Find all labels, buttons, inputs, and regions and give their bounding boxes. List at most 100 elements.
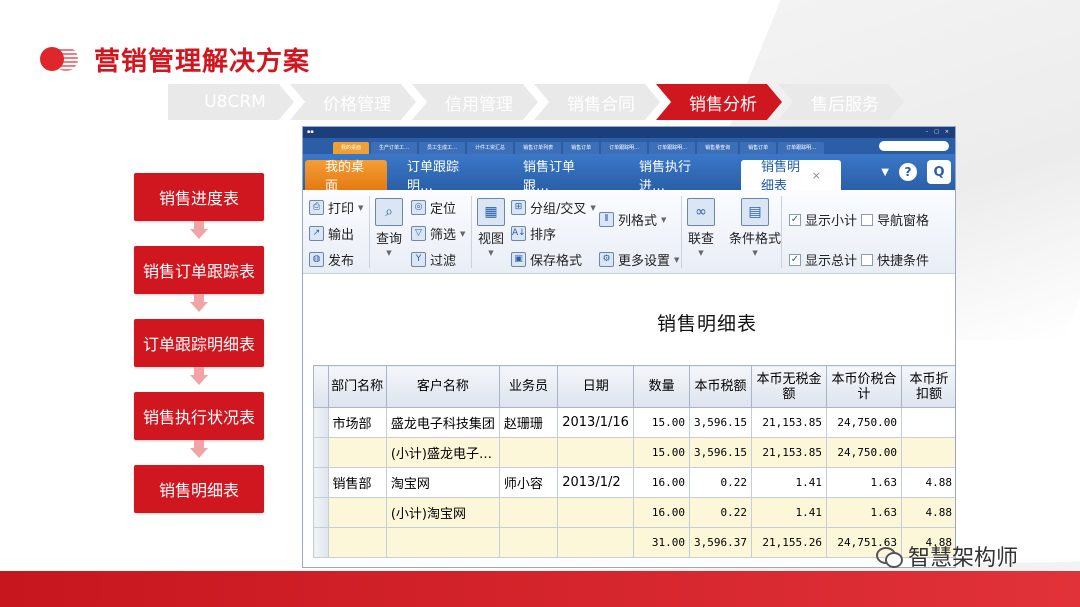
small-tab-10[interactable]: 订单跟踪明… — [778, 142, 825, 154]
search-icon[interactable]: Q — [927, 160, 951, 184]
table-row[interactable]: 销售部 淘宝网 师小容 2013/1/2 16.00 0.22 1.41 1.63 4.88 — [313, 467, 955, 498]
report-area: 销售明细表 部门名称 客户名称 业务员 日期 数量 本币税额 本币无税金额 本币价税合计 本币折… — [303, 295, 955, 567]
dropdown-icon: ▼ — [460, 229, 466, 238]
row-header[interactable] — [313, 497, 329, 528]
column-header[interactable]: 本币折扣额 — [900, 365, 955, 408]
table-cell: (小计)淘宝网 — [385, 497, 500, 528]
row-header[interactable] — [313, 407, 329, 438]
show-subtotal-checkbox[interactable]: ✓ 显示小计 — [789, 210, 857, 229]
small-tab-4[interactable]: 销售订单列表 — [515, 142, 562, 154]
nav-step-4[interactable]: 销售分析 — [656, 84, 782, 120]
small-tab-7[interactable]: 订单跟踪明… — [649, 142, 696, 154]
tab-close-icon[interactable]: × — [812, 169, 821, 182]
maximize-icon: □ — [934, 129, 939, 135]
nav-step-0[interactable]: U8CRM — [168, 84, 294, 120]
table-cell: (小计)盛龙电子… — [385, 437, 500, 468]
publish-button[interactable]: ◍ 发布 — [309, 250, 354, 269]
tab-sales-exec[interactable]: 销售执行进… — [619, 160, 735, 190]
sort-button[interactable]: A↓ 排序 — [511, 224, 556, 243]
row-header[interactable] — [313, 527, 329, 558]
dropdown-icon[interactable]: ▼ — [881, 167, 889, 178]
small-tab-1[interactable]: 生产订单工… — [371, 142, 418, 154]
table-cell: 24,750.00 — [826, 437, 902, 468]
tab-desktop[interactable]: 我的桌面 — [305, 160, 387, 194]
small-tab-strip: 我的桌面 生产订单工… 员工生成工… 计件工资汇总 销售订单列表 销售订单 订单跟踪明… 订单… — [303, 138, 955, 154]
nav-step-1[interactable]: 价格管理 — [290, 84, 416, 120]
small-tab-2[interactable]: 员工生成工… — [419, 142, 466, 154]
toolbar-separator — [369, 196, 370, 268]
table-cell: 16.00 — [633, 467, 691, 498]
slide: 营销管理解决方案 U8CRM 价格管理 信用管理 销售合同 销售分析 售后服务 销售进度表… — [0, 0, 1080, 607]
link-query-button[interactable]: ∞ 联查 ▼ — [687, 198, 715, 257]
table-cell — [900, 407, 955, 438]
column-header[interactable]: 本币无税金额 — [751, 365, 827, 408]
process-nav: U8CRM 价格管理 信用管理 销售合同 销售分析 售后服务 — [168, 84, 904, 120]
funnel-icon: Y — [411, 252, 426, 267]
nav-step-2[interactable]: 信用管理 — [412, 84, 538, 120]
help-icon[interactable]: ? — [899, 163, 917, 181]
tab-order-track-detail[interactable]: 订单跟踪明… — [387, 160, 503, 190]
report-grid: 部门名称 客户名称 业务员 日期 数量 本币税额 本币无税金额 本币价税合计 本币折扣额 市场部… — [313, 365, 955, 558]
window-titlebar: ▪▪ – □ × — [303, 127, 955, 138]
column-header[interactable]: 数量 — [633, 365, 691, 408]
table-cell: 31.00 — [633, 527, 691, 558]
column-header[interactable]: 日期 — [557, 365, 635, 408]
row-header[interactable] — [313, 467, 329, 498]
column-header[interactable]: 业务员 — [498, 365, 559, 408]
small-tab-5[interactable]: 销售订单 — [563, 142, 600, 154]
tab-sales-order-track[interactable]: 销售订单跟… — [503, 160, 619, 190]
column-header[interactable]: 客户名称 — [385, 365, 500, 408]
table-cell: 16.00 — [633, 497, 691, 528]
column-header[interactable]: 部门名称 — [327, 365, 387, 408]
table-row[interactable]: 市场部 盛龙电子科技集团 赵珊珊 2013/1/16 15.00 3,596.15 21,1… — [313, 407, 955, 438]
small-tab-9[interactable]: 销售订单 — [740, 142, 777, 154]
window-controls[interactable]: – □ × — [926, 127, 955, 138]
column-format-button[interactable]: ⫴ 列格式 ▼ — [599, 210, 666, 229]
checkbox-icon — [861, 213, 873, 226]
report-title: 销售明细表 — [657, 313, 758, 335]
column-header[interactable]: 本币价税合计 — [826, 365, 902, 408]
table-cell — [327, 437, 387, 468]
subtotal-row[interactable]: (小计)盛龙电子… 15.00 3,596.15 21,153.85 24,750.00 — [313, 437, 955, 468]
small-search-input[interactable] — [879, 141, 949, 151]
nav-step-3[interactable]: 销售合同 — [534, 84, 660, 120]
small-tab-8[interactable]: 销售量查询 — [697, 142, 739, 154]
small-tab-6[interactable]: 订单跟踪明… — [601, 142, 648, 154]
nav-step-5[interactable]: 售后服务 — [778, 84, 904, 120]
filter2-button[interactable]: Y 过滤 — [411, 250, 456, 269]
export-button[interactable]: ↗ 输出 — [309, 224, 354, 243]
tab-sales-detail[interactable]: 销售明细表 × — [741, 160, 841, 194]
small-tab-3[interactable]: 计件工资汇总 — [467, 142, 514, 154]
show-total-checkbox[interactable]: ✓ 显示总计 — [789, 250, 857, 269]
subtotal-row[interactable]: (小计)淘宝网 16.00 0.22 1.41 1.63 4.88 — [313, 497, 955, 528]
locate-icon: ◎ — [411, 200, 426, 215]
nav-pane-checkbox[interactable]: 导航窗格 — [861, 210, 929, 229]
view-button[interactable]: ▦ 视图 ▼ — [477, 198, 505, 257]
quick-condition-checkbox[interactable]: 快捷条件 — [861, 250, 929, 269]
row-header[interactable] — [313, 437, 329, 468]
query-button[interactable]: ⌕ 查询 ▼ — [375, 198, 403, 257]
filter-button[interactable]: ▽ 筛选 ▼ — [411, 224, 465, 243]
small-tab-0[interactable]: 我的桌面 — [333, 142, 370, 154]
table-cell — [327, 527, 387, 558]
table-format-icon: ▤ — [741, 198, 769, 226]
table-cell: 2013/1/2 — [557, 467, 635, 498]
gear-icon: ⚙ — [599, 252, 614, 267]
dropdown-icon: ▼ — [358, 203, 364, 212]
table-cell: 淘宝网 — [385, 467, 500, 498]
columns-icon: ⫴ — [599, 212, 614, 227]
group-cross-button[interactable]: ⊞ 分组/交叉 ▼ — [511, 198, 596, 217]
locate-button[interactable]: ◎ 定位 — [411, 198, 456, 217]
table-cell — [327, 497, 387, 528]
table-cell: 21,153.85 — [751, 407, 827, 438]
flow-step-3: 销售执行状况表 — [134, 392, 264, 440]
table-cell — [498, 497, 559, 528]
save-format-button[interactable]: ▣ 保存格式 — [511, 250, 582, 269]
table-cell: 0.22 — [689, 497, 753, 528]
condition-format-button[interactable]: ▤ 条件格式 ▼ — [729, 198, 781, 257]
printer-icon: ⎙ — [309, 200, 324, 215]
subtotal-row[interactable]: 31.00 3,596.37 21,155.26 24,751.63 4.88 — [313, 527, 955, 558]
print-button[interactable]: ⎙ 打印 ▼ — [309, 198, 363, 217]
more-settings-button[interactable]: ⚙ 更多设置 ▼ — [599, 250, 679, 269]
column-header[interactable]: 本币税额 — [689, 365, 753, 408]
